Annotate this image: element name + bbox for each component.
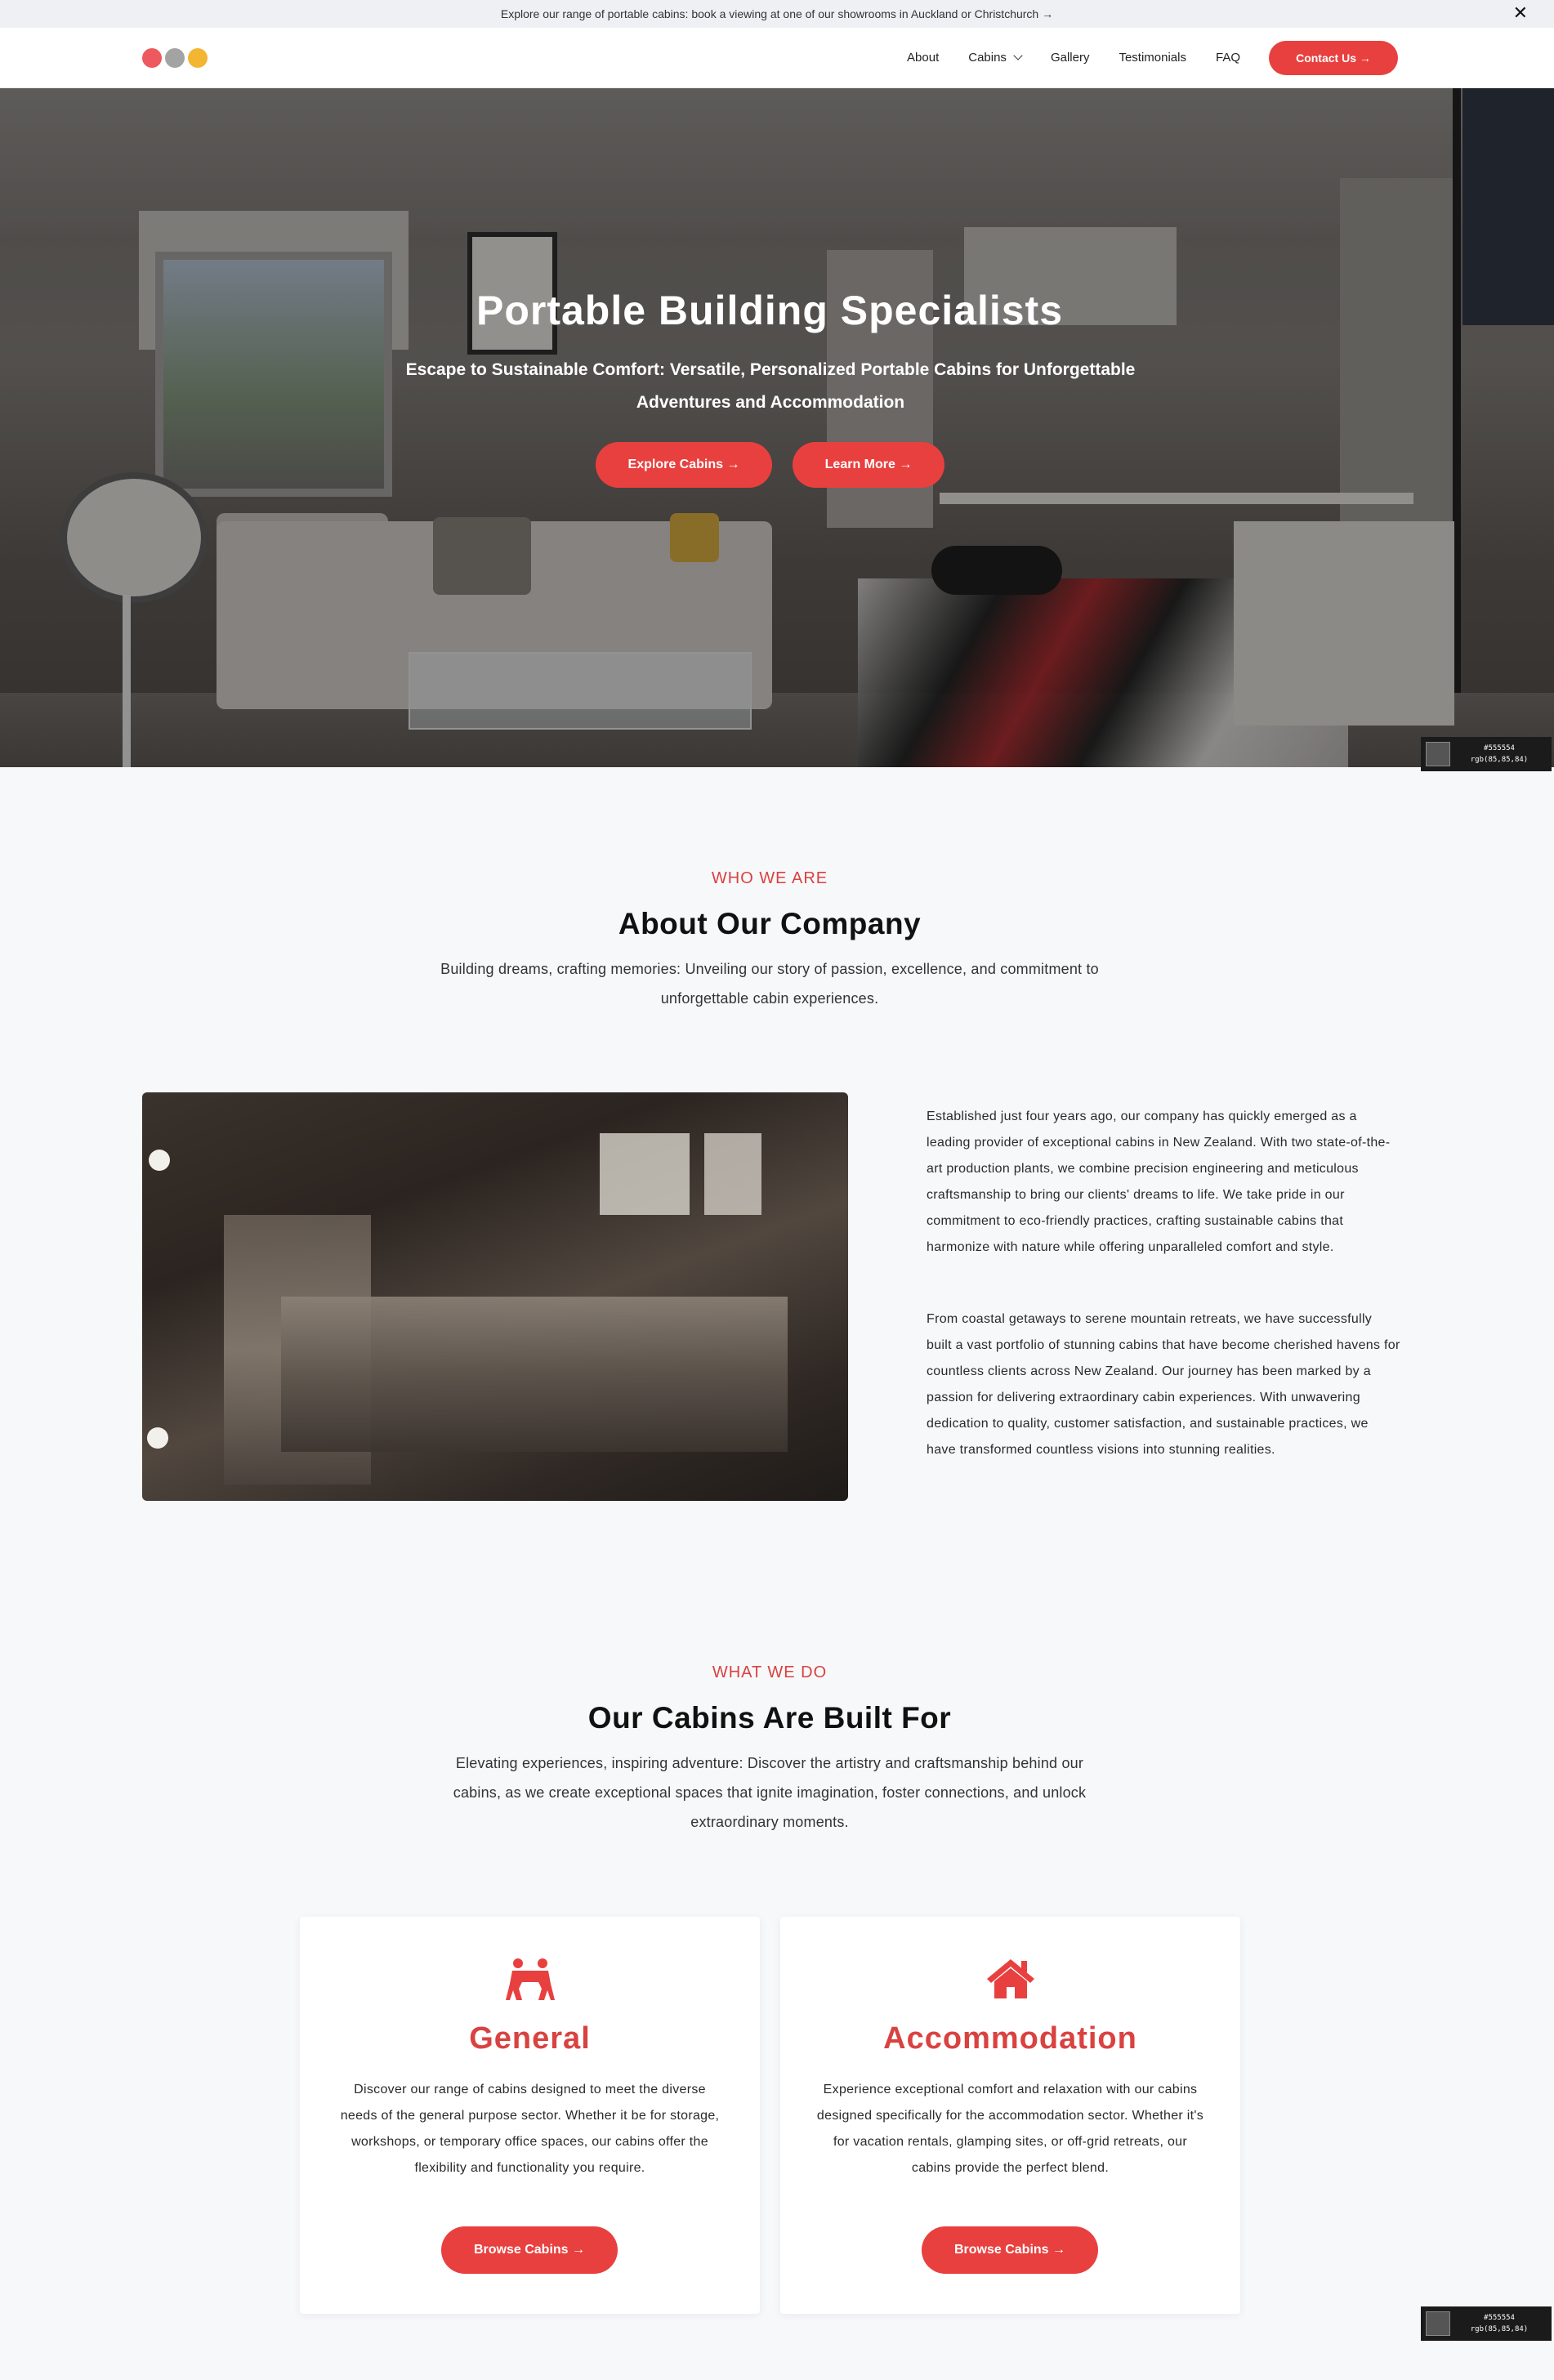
nav-link-faq[interactable]: FAQ <box>1216 51 1240 65</box>
about-paragraph-2: From coastal getaways to serene mountain… <box>927 1312 1400 1457</box>
contact-us-button[interactable]: Contact Us → <box>1269 41 1398 75</box>
hero-title: Portable Building Specialists <box>476 288 1064 333</box>
browse-cabins-button[interactable]: Browse Cabins → <box>922 2226 1098 2274</box>
nav-link-about[interactable]: About <box>907 51 939 65</box>
hero-subtitle: Escape to Sustainable Comfort: Versatile… <box>405 360 1136 412</box>
logo[interactable] <box>142 48 208 68</box>
card-general: General Discover our range of cabins des… <box>300 1917 760 2314</box>
close-icon[interactable]: ✕ <box>1513 4 1528 22</box>
learn-more-button[interactable]: Learn More → <box>793 442 944 488</box>
color-swatch-square <box>1426 742 1450 766</box>
card-accommodation: Accommodation Experience exceptional com… <box>780 1917 1240 2314</box>
about-paragraph-1: Established just four years ago, our com… <box>927 1110 1391 1254</box>
logo-dot-red <box>142 48 162 68</box>
services-eyebrow: WHAT WE DO <box>712 1663 828 1681</box>
nav-link-gallery[interactable]: Gallery <box>1051 51 1090 65</box>
color-swatch-rgb: rgb(85,85,84) <box>1470 756 1529 764</box>
workshop-image <box>142 1092 848 1501</box>
navbar: About Cabins Gallery Testimonials FAQ Co… <box>0 28 1554 88</box>
logo-dot-yellow <box>188 48 208 68</box>
nav-link-label: Cabins <box>968 50 1007 65</box>
announcement-bar: Explore our range of portable cabins: bo… <box>0 0 1554 28</box>
logo-dot-gray <box>165 48 185 68</box>
people-carry-icon <box>300 1958 760 2000</box>
explore-cabins-button[interactable]: Explore Cabins → <box>596 442 772 488</box>
card-title: Accommodation <box>883 2021 1137 2056</box>
announcement-text[interactable]: Explore our range of portable cabins: bo… <box>501 7 1053 20</box>
nav-link-label: Testimonials <box>1119 50 1186 65</box>
nav-link-testimonials[interactable]: Testimonials <box>1119 51 1186 65</box>
services-description: Elevating experiences, inspiring adventu… <box>453 1755 1087 1830</box>
color-swatch-square <box>1426 2311 1450 2336</box>
nav-links: About Cabins Gallery Testimonials FAQ <box>907 47 1240 67</box>
hero-section: Portable Building Specialists Escape to … <box>0 88 1554 767</box>
about-description: Building dreams, crafting memories: Unve… <box>440 961 1099 1007</box>
services-title: Our Cabins Are Built For <box>587 1701 952 1735</box>
about-title: About Our Company <box>618 907 922 940</box>
house-icon <box>780 1958 1240 2000</box>
card-title: General <box>469 2021 591 2056</box>
nav-link-label: About <box>907 50 940 65</box>
color-swatch-widget: #555554 rgb(85,85,84) <box>1421 2306 1552 2341</box>
nav-link-label: Gallery <box>1050 50 1090 65</box>
color-swatch-hex: #555554 <box>1484 744 1515 752</box>
chevron-down-icon <box>1013 51 1023 60</box>
about-eyebrow: WHO WE ARE <box>711 869 828 887</box>
nav-link-label: FAQ <box>1215 50 1240 65</box>
browse-cabins-button[interactable]: Browse Cabins → <box>441 2226 618 2274</box>
nav-link-cabins[interactable]: Cabins <box>968 50 1023 65</box>
color-swatch-rgb: rgb(85,85,84) <box>1470 2325 1529 2333</box>
card-description: Experience exceptional comfort and relax… <box>816 2083 1204 2175</box>
card-description: Discover our range of cabins designed to… <box>340 2083 720 2175</box>
color-swatch-widget: #555554 rgb(85,85,84) <box>1421 737 1552 771</box>
color-swatch-hex: #555554 <box>1484 2314 1515 2322</box>
